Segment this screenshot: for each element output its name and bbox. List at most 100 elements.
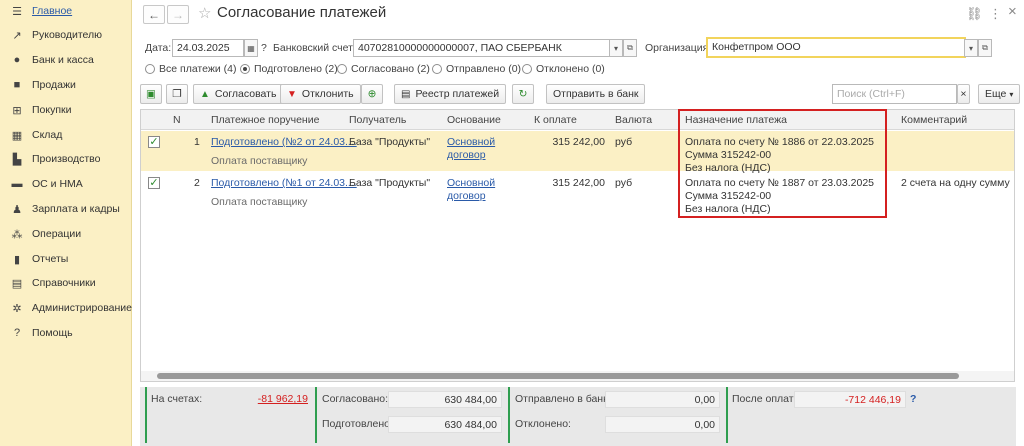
column-header-basis[interactable]: Основание	[447, 114, 501, 126]
radio-all-payments[interactable]: Все платежи (4)	[145, 63, 236, 75]
page-title: Согласование платежей	[217, 4, 387, 21]
organization-input[interactable]: Конфетпром ООО	[706, 37, 966, 58]
sidebar-item-sales[interactable]: ■ Продажи	[0, 74, 132, 96]
scrollbar-thumb[interactable]	[157, 373, 959, 379]
account-label: Банковский счет:	[273, 42, 356, 54]
row-checkbox[interactable]: ✓	[148, 177, 160, 189]
printer-icon: ▤	[401, 88, 411, 100]
more-vertical-icon[interactable]: ⋮	[989, 6, 1002, 22]
select-all-button[interactable]: ▣	[140, 84, 162, 104]
on-accounts-value[interactable]: -81 962,19	[230, 393, 308, 405]
org-dropdown-button[interactable]: ▾	[964, 39, 978, 57]
prepared-label: Подготовлено:	[322, 418, 393, 430]
sidebar-item-catalogs[interactable]: ▤ Справочники	[0, 272, 132, 294]
sidebar-item-warehouse[interactable]: ▦ Склад	[0, 124, 132, 146]
recipient-cell: База "Продукты"	[349, 136, 431, 148]
account-open-button[interactable]: ⧉	[623, 39, 637, 57]
basis-link[interactable]: Основной	[447, 177, 495, 190]
gear-icon: ✲	[12, 302, 22, 315]
radio-sent[interactable]: Отправлено (0)	[432, 63, 521, 75]
prepared-value: 630 484,00	[388, 416, 502, 433]
account-input[interactable]: 40702810000000000007, ПАО СБЕРБАНК	[353, 39, 611, 57]
org-open-button[interactable]: ⧉	[978, 39, 992, 57]
sidebar-item-salary[interactable]: ♟ Зарплата и кадры	[0, 198, 132, 220]
sidebar-item-purchases[interactable]: ⊞ Покупки	[0, 99, 132, 121]
refresh-button[interactable]: ↻	[512, 84, 534, 104]
sidebar-item-label: Производство	[32, 153, 101, 165]
on-accounts-label: На счетах:	[151, 393, 203, 405]
open-icon: ⧉	[627, 43, 633, 52]
radio-prepared[interactable]: Подготовлено (2)	[240, 63, 338, 75]
calendar-button[interactable]: ▦	[244, 39, 258, 57]
back-button[interactable]: ←	[143, 5, 165, 24]
divider	[508, 387, 510, 443]
basis-link-line2[interactable]: договор	[447, 149, 486, 162]
registry-button[interactable]: ▤ Реестр платежей	[394, 84, 507, 104]
close-icon[interactable]: ×	[1008, 3, 1017, 20]
search-clear-button[interactable]: ×	[957, 84, 970, 104]
column-header-amount[interactable]: К оплате	[534, 114, 577, 126]
factory-icon: ▙	[12, 153, 22, 166]
copy-button[interactable]: ❐	[166, 84, 188, 104]
sidebar-item-reports[interactable]: ▮ Отчеты	[0, 248, 132, 270]
payment-order-link[interactable]: Подготовлено (№2 от 24.03....	[211, 136, 357, 149]
column-header-currency[interactable]: Валюта	[615, 114, 652, 126]
add-icon: ⊕	[367, 88, 377, 100]
radio-circle	[145, 64, 155, 74]
cart-icon: ⊞	[12, 104, 22, 117]
column-header-recipient[interactable]: Получатель	[349, 114, 406, 126]
sidebar-item-main[interactable]: ☰ Главное	[0, 0, 132, 22]
sidebar-item-production[interactable]: ▙ Производство	[0, 148, 132, 170]
sidebar-item-assets[interactable]: ▬ ОС и НМА	[0, 173, 132, 195]
sidebar-item-label: Помощь	[32, 327, 73, 339]
row-checkbox[interactable]: ✓	[148, 136, 160, 148]
after-payments-label: После оплат:	[732, 393, 797, 405]
arrow-left-icon: ←	[148, 7, 160, 22]
sidebar-item-admin[interactable]: ✲ Администрирование	[0, 297, 132, 319]
add-button[interactable]: ⊕	[361, 84, 383, 104]
approve-button[interactable]: ▲ Согласовать	[193, 84, 284, 104]
sidebar-item-label: Справочники	[32, 277, 96, 289]
basis-link[interactable]: Основной	[447, 136, 495, 149]
column-header-order[interactable]: Платежное поручение	[211, 114, 319, 126]
link-icon[interactable]: ⛓	[966, 6, 983, 22]
horizontal-scrollbar[interactable]	[141, 371, 1014, 381]
sidebar-item-label: Администрирование	[31, 302, 132, 314]
radio-rejected[interactable]: Отклонено (0)	[522, 63, 605, 75]
send-label: Отправить в банк	[553, 88, 639, 100]
date-input[interactable]: 24.03.2025	[172, 39, 244, 57]
radio-circle	[522, 64, 532, 74]
column-header-comment[interactable]: Комментарий	[901, 114, 967, 126]
after-payments-value: -712 446,19	[794, 391, 906, 408]
shopping-bag-icon: ■	[13, 79, 21, 91]
sidebar-item-help[interactable]: ? Помощь	[0, 322, 132, 344]
truck-icon: ▬	[11, 178, 23, 190]
help-icon[interactable]: ?	[261, 42, 267, 54]
sidebar-item-manager[interactable]: ↗ Руководителю	[0, 24, 132, 46]
more-button[interactable]: Еще ▾	[978, 84, 1021, 104]
radio-approved[interactable]: Согласовано (2)	[337, 63, 430, 75]
column-header-n[interactable]: N	[173, 114, 181, 126]
help-icon[interactable]: ?	[910, 393, 916, 405]
sidebar-item-operations[interactable]: ⁂ Операции	[0, 223, 132, 245]
reject-button[interactable]: ▼ Отклонить	[280, 84, 361, 104]
chevron-down-icon: ▾	[968, 43, 973, 53]
search-input[interactable]: Поиск (Ctrl+F)	[832, 84, 957, 104]
date-label: Дата:	[145, 42, 172, 54]
sidebar-item-label: Банк и касса	[32, 54, 94, 66]
send-to-bank-button[interactable]: Отправить в банк	[546, 84, 646, 104]
sidebar-item-label: Зарплата и кадры	[32, 203, 120, 215]
warehouse-icon: ▦	[11, 129, 23, 142]
sidebar-item-bank[interactable]: ● Банк и касса	[0, 49, 132, 71]
payment-order-link[interactable]: Подготовлено (№1 от 24.03....	[211, 177, 357, 190]
sent-value: 0,00	[605, 391, 720, 408]
sidebar-item-label: Покупки	[32, 104, 72, 116]
forward-button[interactable]: →	[167, 5, 189, 24]
favorite-star-icon[interactable]: ☆	[198, 4, 211, 22]
help-icon: ?	[13, 327, 21, 339]
basis-link-line2[interactable]: договор	[447, 190, 486, 203]
payment-order-sub: Оплата поставщику	[211, 155, 308, 167]
account-dropdown-button[interactable]: ▾	[609, 39, 623, 57]
reject-label: Отклонить	[301, 88, 354, 100]
open-icon: ⧉	[982, 43, 988, 52]
